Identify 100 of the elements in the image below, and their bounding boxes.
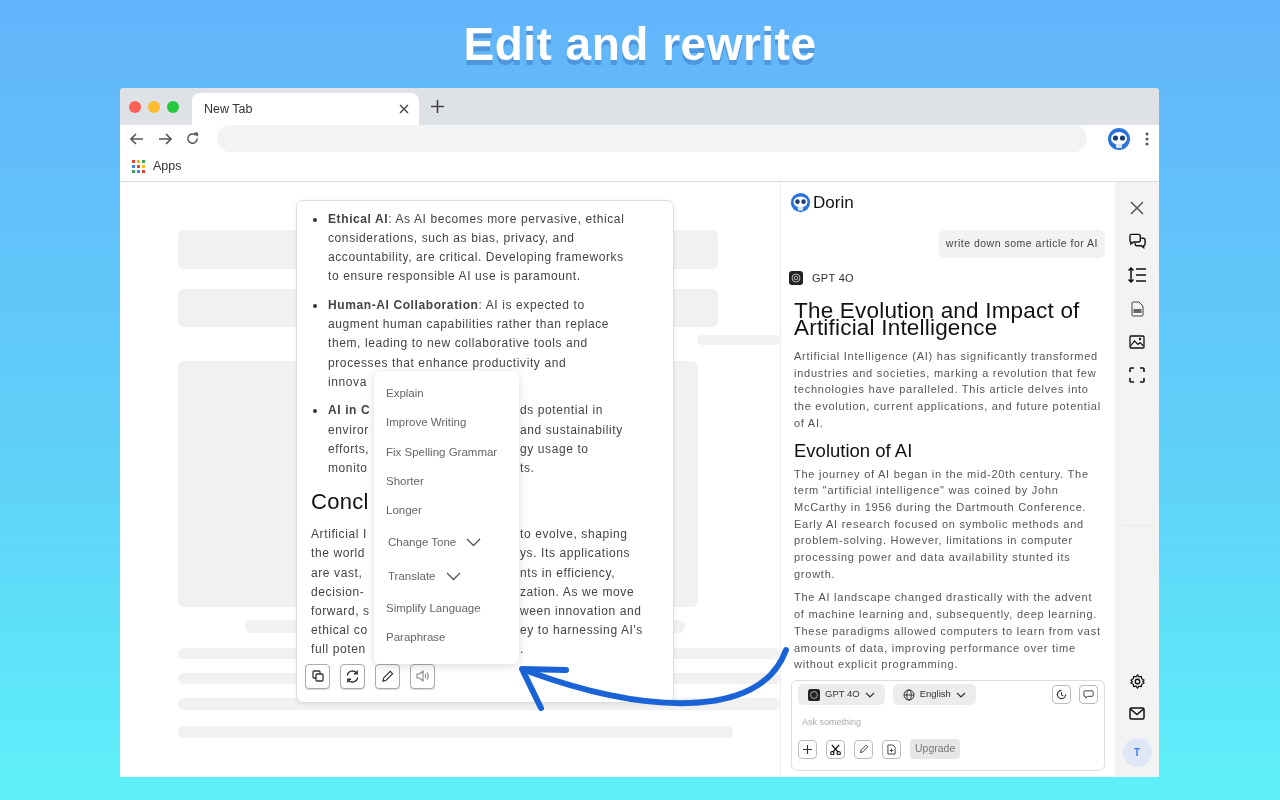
zoom-window-dot[interactable] [167,100,179,113]
new-tab-icon[interactable] [431,100,444,114]
close-window-dot[interactable] [129,100,141,113]
answer-heading: Concl [311,487,369,516]
chat-icon[interactable] [1128,232,1146,249]
answer-text: ts. [520,460,535,478]
reload-icon[interactable] [186,132,199,146]
answer-text: Ethical AI: As AI becomes more pervasive, ethical [328,210,625,228]
add-button[interactable] [798,739,817,759]
bullet-icon [313,304,317,309]
answer-text: are vast, [311,565,363,580]
answer-text: efforts, [328,441,370,456]
copy-icon [311,670,324,683]
article-paragraph: Artificial Intelligence (AI) has significantly transformed industries and societies, marking a revolution that few technologies have paralleled. This article delves into the evolution, current applications, and future potential of AI. [794,349,1101,431]
bullet-icon [313,409,317,414]
answer-text: ys. Its applications [520,545,631,563]
model-dropdown[interactable]: GPT 4O [798,684,885,705]
file-button[interactable] [882,739,901,759]
close-icon[interactable] [1130,200,1144,215]
answer-text: ethical co [311,623,368,638]
answer-text: them, leading to new collaborative tools and [328,335,588,353]
answer-text: decision- [311,584,365,599]
answer-text: AI in C [328,403,371,418]
answer-text: Artificial I [311,527,367,542]
answer-text: augment human capabilities rather than replace [328,316,610,334]
answer-text: the world [311,546,366,561]
menu-item[interactable]: Translate [386,559,519,594]
pencil-icon [858,744,869,754]
answer-text: . [520,641,524,659]
speaker-icon [415,670,430,683]
fullscreen-icon[interactable] [1129,366,1145,383]
image-icon[interactable] [1129,334,1145,349]
answer-text: gy usage to [520,440,589,458]
comment-button[interactable] [1079,685,1098,704]
answer-text: to ensure responsible AI use is paramount. [328,268,581,286]
model-icon [808,688,820,701]
back-arrow-icon[interactable] [130,132,144,145]
robot-avatar-icon[interactable] [1107,126,1131,151]
menu-item[interactable]: Shorter [386,466,519,497]
article-paragraph: The AI landscape changed drastically with the advent of machine learning and, subsequently, deep learning. These paradigms allowed computers to learn from vast amounts of data, improving performance over time without explicit programming. [794,590,1101,673]
refresh-icon [345,668,360,684]
language-dropdown[interactable]: English [892,684,976,705]
model-name: GPT 4O [812,270,854,286]
answer-text: accountability, are critical. Developing frameworks [328,249,624,267]
menu-item[interactable]: Improve Writing [386,408,519,438]
bullet-icon [313,217,317,222]
history-icon [1056,689,1067,700]
model-icon [789,270,803,285]
menu-item[interactable]: Paraphrase [386,623,519,653]
copy-button[interactable] [305,663,330,689]
chevron-down-icon [445,572,461,582]
brand-name: Dorin [813,191,854,214]
bookmark-link[interactable]: Apps [132,157,182,177]
answer-text: enviror [328,422,369,437]
answer-text: ds potential in [520,402,604,420]
menu-item[interactable]: Fix Spelling Grammar [386,437,519,467]
answer-text: considerations, such as bias, privacy, and [328,230,575,247]
browser-tab[interactable]: New Tab [192,93,419,126]
answer-text: to evolve, shaping [520,526,628,544]
menu-item[interactable]: Change Tone [386,525,519,560]
apps-grid-icon [132,160,145,174]
upgrade-button[interactable]: Upgrade [910,739,961,759]
pdf-file-icon[interactable] [1130,300,1144,317]
edit-button[interactable] [375,663,400,689]
ask-field[interactable]: GPT 4O English Ask something Upgrade [791,680,1105,771]
robot-logo-icon [790,191,811,213]
speech-bubble-icon [1083,689,1094,700]
answer-text: monito [328,461,368,476]
answer-text: innova [328,373,367,391]
settings-icon[interactable] [1129,674,1145,689]
answer-text: zation. As we move [520,583,635,601]
file-icon [887,743,896,755]
chevron-down-icon [955,691,966,698]
more-menu-icon[interactable] [1145,131,1149,146]
menu-item[interactable]: Longer [386,496,519,526]
answer-text: Human-AI Collaboration: AI is expected to [328,297,585,315]
minimize-window-dot[interactable] [148,100,160,113]
line-spacing-icon[interactable] [1128,266,1146,283]
edit-button[interactable] [854,739,873,759]
answer-text: nts in efficiency, [520,564,616,582]
answer-text: and sustainability [520,421,623,439]
history-button[interactable] [1052,685,1071,704]
read-aloud-button[interactable] [410,663,435,689]
screenshot-button[interactable] [826,739,845,759]
menu-item[interactable]: Explain [386,378,519,409]
answer-text: forward, s [311,604,370,618]
scissors-icon [830,743,841,755]
answer-text: full poten [311,642,366,657]
globe-icon [902,688,915,701]
forward-arrow-icon[interactable] [158,132,172,145]
user-message: write down some article for AI [938,229,1105,258]
chevron-down-icon [466,538,482,548]
plus-icon [803,744,812,754]
user-avatar[interactable]: T [1122,738,1152,767]
section-heading: Evolution of AI [794,438,914,463]
close-icon[interactable] [399,104,409,115]
regenerate-button[interactable] [340,663,365,689]
pencil-icon [381,669,394,683]
menu-item[interactable]: Simplify Language [386,593,519,624]
mail-icon[interactable] [1129,707,1145,720]
